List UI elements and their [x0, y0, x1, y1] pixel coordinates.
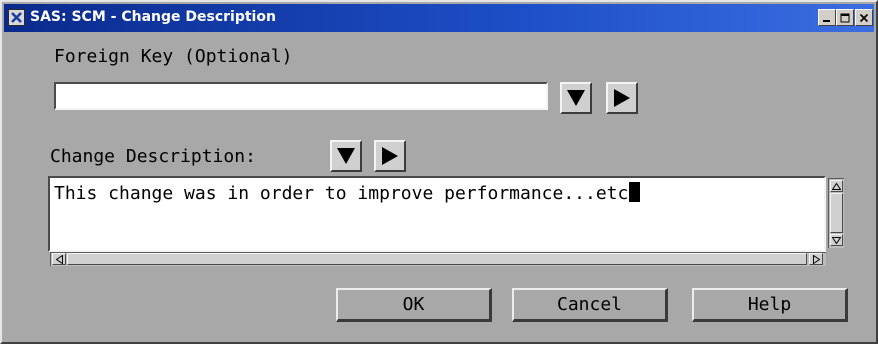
triangle-right-icon: [614, 89, 630, 107]
horizontal-scroll-thumb[interactable]: [67, 253, 807, 265]
foreign-key-dropdown-button[interactable]: [560, 82, 592, 114]
vertical-scrollbar[interactable]: [828, 178, 844, 248]
triangle-down-icon: [567, 90, 585, 106]
scroll-up-button[interactable]: [830, 180, 843, 192]
title-bar[interactable]: SAS: SCM - Change Description: [4, 4, 874, 32]
arrow-down-icon: [832, 236, 841, 244]
change-description-textarea[interactable]: This change was in order to improve perf…: [48, 176, 826, 252]
triangle-down-icon: [337, 148, 355, 164]
close-icon: [859, 13, 869, 22]
change-description-text: This change was in order to improve perf…: [54, 182, 641, 204]
minimize-button[interactable]: [818, 9, 836, 26]
change-description-dropdown-button[interactable]: [330, 140, 362, 172]
foreign-key-next-button[interactable]: [606, 82, 638, 114]
change-description-label: Change Description:: [50, 146, 256, 167]
maximize-icon: [840, 13, 850, 22]
change-description-next-button[interactable]: [374, 140, 406, 172]
scroll-down-button[interactable]: [830, 234, 843, 246]
foreign-key-label: Foreign Key (Optional): [54, 46, 293, 67]
arrow-left-icon: [55, 254, 63, 264]
horizontal-scrollbar[interactable]: [50, 252, 826, 266]
dialog-window: SAS: SCM - Change Description Foreign Ke…: [0, 0, 878, 344]
window-title: SAS: SCM - Change Description: [30, 9, 276, 25]
triangle-right-icon: [382, 147, 398, 165]
maximize-button[interactable]: [836, 9, 854, 26]
ok-button[interactable]: OK: [336, 288, 492, 322]
help-button[interactable]: Help: [692, 288, 848, 322]
vertical-scroll-thumb[interactable]: [830, 193, 843, 233]
arrow-right-icon: [812, 254, 820, 264]
scroll-right-button[interactable]: [809, 253, 823, 265]
sas-app-icon[interactable]: [8, 9, 25, 26]
close-button[interactable]: [855, 9, 873, 26]
scroll-left-button[interactable]: [52, 253, 66, 265]
arrow-up-icon: [832, 182, 841, 190]
minimize-icon: [823, 19, 830, 22]
text-cursor: [629, 182, 641, 202]
foreign-key-input[interactable]: [54, 82, 548, 110]
cancel-button[interactable]: Cancel: [512, 288, 668, 322]
